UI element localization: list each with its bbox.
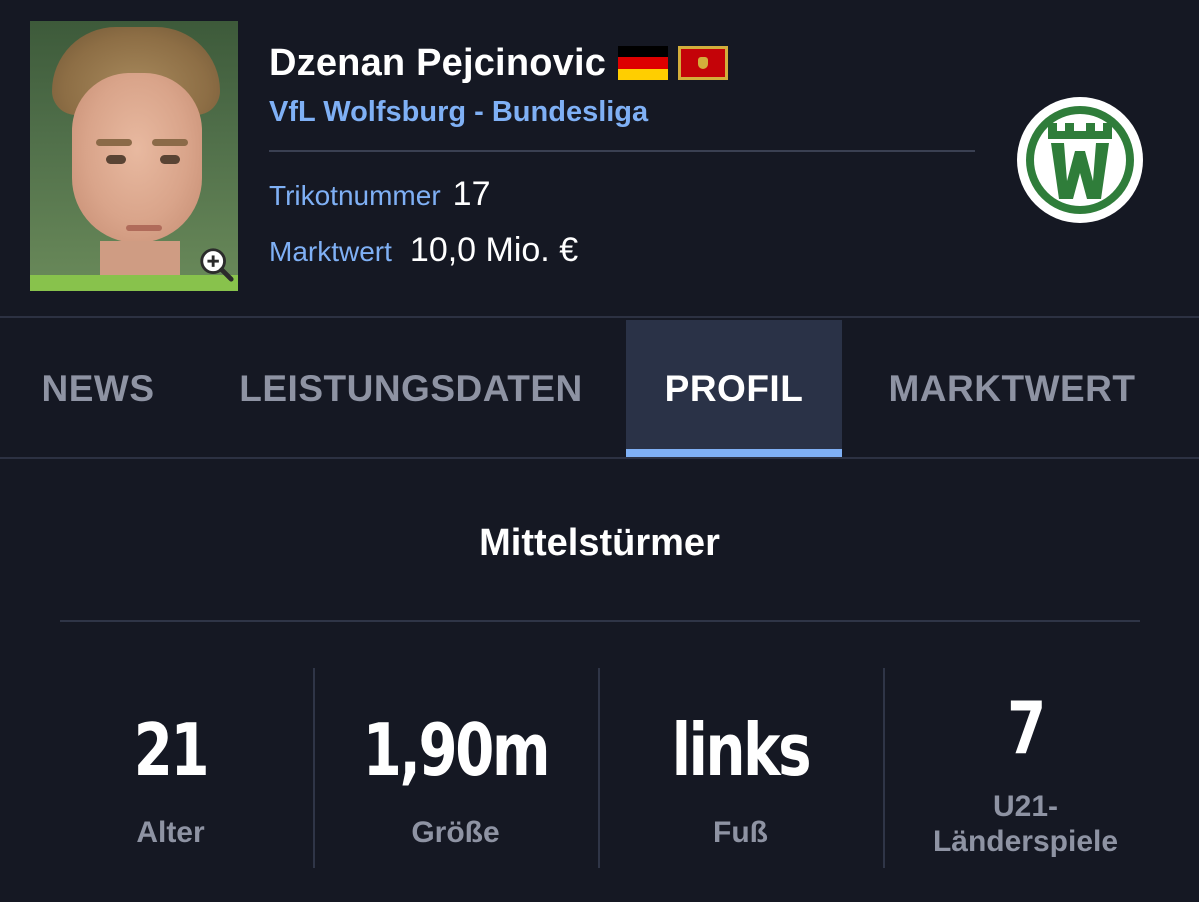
shirt-number-value: 17 xyxy=(452,175,491,213)
player-profile-page: Dzenan Pejcinovic VfL Wolfsburg - Bundes… xyxy=(0,0,1199,902)
stat-u21-caps-label: U21- Länderspiele xyxy=(932,790,1119,858)
stats-row: 21 Alter 1,90m Größe links Fuß 7 U21- Lä… xyxy=(28,668,1168,868)
tabs-bottom-divider xyxy=(0,457,1199,459)
tab-marktwert[interactable]: MARKTWERT xyxy=(842,320,1182,457)
market-value-value: 10,0 Mio. € xyxy=(409,231,579,269)
zoom-in-icon[interactable] xyxy=(196,244,236,284)
stat-height-label: Größe xyxy=(411,816,500,849)
header-bottom-divider xyxy=(0,316,1199,318)
stat-foot-label: Fuß xyxy=(713,816,768,849)
club-link[interactable]: VfL Wolfsburg - Bundesliga xyxy=(269,96,648,129)
stat-age: 21 Alter xyxy=(28,668,313,868)
player-position: Mittelstürmer xyxy=(479,522,720,564)
stat-age-label: Alter xyxy=(136,816,205,849)
tab-news[interactable]: NEWS xyxy=(0,320,196,457)
flag-montenegro-icon xyxy=(678,46,729,80)
player-name: Dzenan Pejcinovic xyxy=(269,41,607,84)
stat-height-value: 1,90m xyxy=(362,708,551,792)
player-name-row: Dzenan Pejcinovic xyxy=(269,38,729,88)
flag-germany-icon xyxy=(618,46,669,80)
shirt-number-label: Trikotnummer xyxy=(269,180,441,211)
shirt-number-row: Trikotnummer 17 xyxy=(269,175,490,214)
stat-height: 1,90m Größe xyxy=(313,668,598,868)
market-value-row: Marktwert 10,0 Mio. € xyxy=(269,231,578,270)
player-header: Dzenan Pejcinovic VfL Wolfsburg - Bundes… xyxy=(0,0,1199,318)
club-logo-icon[interactable] xyxy=(1015,95,1145,225)
stat-u21-caps: 7 U21- Länderspiele xyxy=(883,668,1168,868)
market-value-label: Marktwert xyxy=(269,236,392,267)
stat-u21-caps-value: 7 xyxy=(1007,686,1046,770)
stat-age-value: 21 xyxy=(133,708,210,792)
tab-profil[interactable]: PROFIL xyxy=(626,320,842,457)
profile-divider xyxy=(60,620,1140,622)
tab-bar: NEWS LEISTUNGSDATEN PROFIL MARKTWERT xyxy=(0,320,1199,457)
stat-foot: links Fuß xyxy=(598,668,883,868)
stat-foot-value: links xyxy=(671,708,812,792)
header-divider xyxy=(269,150,975,152)
tab-leistungsdaten[interactable]: LEISTUNGSDATEN xyxy=(196,320,626,457)
